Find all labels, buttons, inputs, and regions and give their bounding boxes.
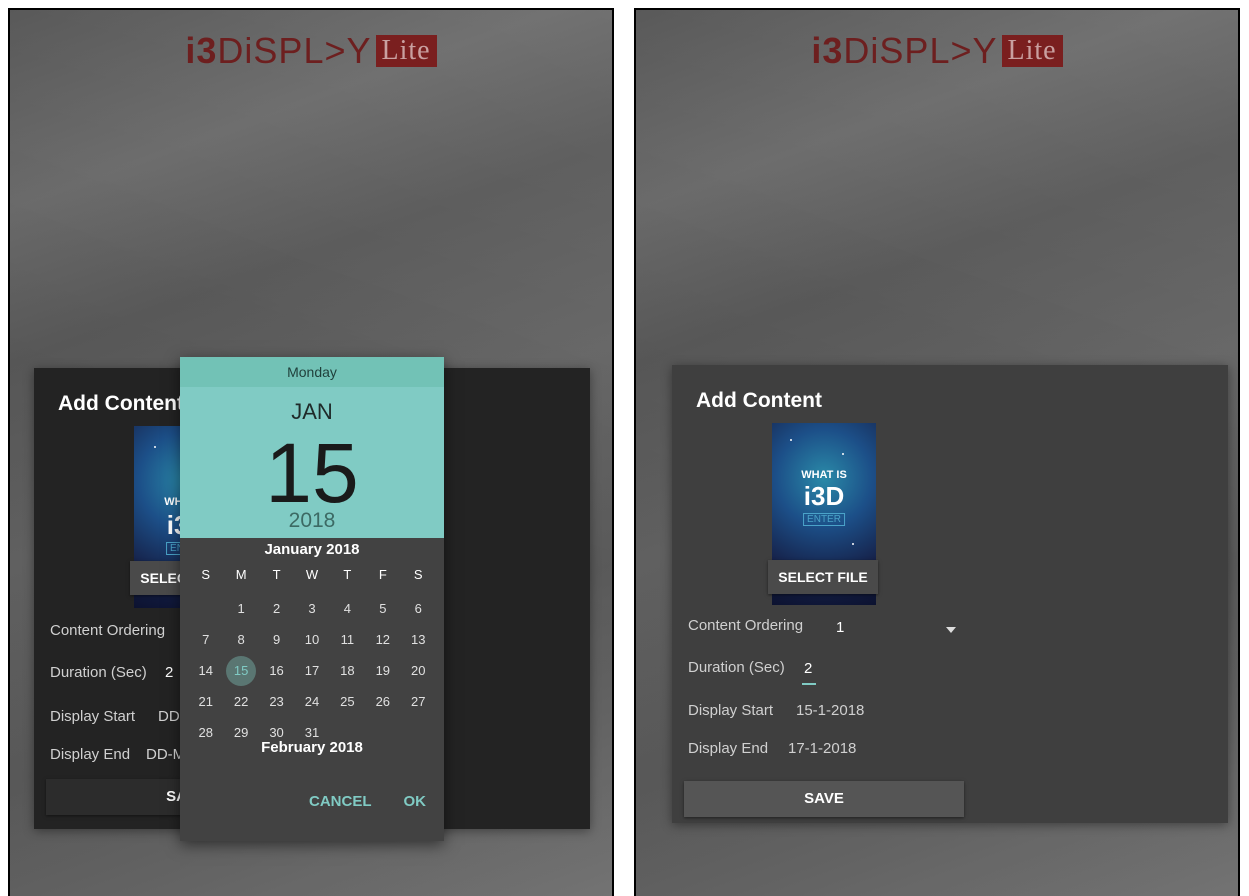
dialog-title: Add Content xyxy=(58,392,184,415)
calendar-day[interactable]: 6 xyxy=(401,593,436,624)
ok-button[interactable]: OK xyxy=(404,793,427,810)
calendar-day[interactable]: 26 xyxy=(365,686,400,717)
weekday-header-row: SMTWTFS xyxy=(188,567,436,582)
add-content-dialog: Add Content WHAT IS i3D ENTER SELECT FIL… xyxy=(672,365,1228,823)
day-label: 15 xyxy=(265,426,359,520)
display-start-value[interactable]: 15-1-2018 xyxy=(796,702,864,719)
calendar-day[interactable]: 11 xyxy=(330,624,365,655)
calendar-day[interactable]: 20 xyxy=(401,655,436,686)
calendar-day[interactable]: 21 xyxy=(188,686,223,717)
calendar-day[interactable]: 3 xyxy=(294,593,329,624)
content-ordering-select[interactable]: 1 xyxy=(836,619,844,636)
weekday-header: S xyxy=(201,567,211,582)
calendar-day[interactable]: 16 xyxy=(259,655,294,686)
chevron-down-icon[interactable] xyxy=(946,627,956,633)
calendar-week-row: 21 22 23 24 25 26 27 xyxy=(188,686,436,717)
calendar-week-row: 123456 xyxy=(188,593,436,624)
dialog-actions: CANCEL OK xyxy=(309,793,426,810)
calendar-day[interactable]: 15 xyxy=(223,655,258,686)
duration-input[interactable]: 2 xyxy=(804,660,812,677)
calendar-day[interactable]: 5 xyxy=(365,593,400,624)
calendar-empty-cell xyxy=(188,593,223,624)
calendar-day[interactable]: 13 xyxy=(401,624,436,655)
left-screen: i3DiSPL>YLite Add Content WHAT IS i3D EN… xyxy=(8,8,614,896)
calendar-day[interactable]: 23 xyxy=(259,686,294,717)
calendar-grid: 1 2 3 4 5 6 7 8 9 10 11 12 13 14 15 16 17 18 19 20 21 22 23 24 2… xyxy=(188,593,436,748)
save-button[interactable]: SAVE xyxy=(684,781,964,817)
month-label[interactable]: JAN xyxy=(180,399,444,425)
calendar-day[interactable]: 14 xyxy=(188,655,223,686)
content-ordering-label: Content Ordering xyxy=(50,622,166,639)
year-label[interactable]: 2018 xyxy=(180,509,444,533)
calendar-week-row: 7 8 9 10 11 12 13 xyxy=(188,624,436,655)
weekday-header: T xyxy=(272,567,281,582)
calendar-day[interactable]: 2 xyxy=(259,593,294,624)
display-start-label: Display Start xyxy=(688,702,774,719)
calendar-day[interactable]: 18 xyxy=(330,655,365,686)
weekday-header: S xyxy=(413,567,423,582)
next-month-title: February 2018 xyxy=(261,739,363,756)
app-logo: i3DiSPL>Y Lite xyxy=(636,30,1238,72)
calendar-day[interactable]: 9 xyxy=(259,624,294,655)
calendar-day[interactable]: 22 xyxy=(223,686,258,717)
dialog-title: Add Content xyxy=(696,389,822,412)
app-logo: i3DiSPL>Y Lite xyxy=(10,30,612,72)
date-header: JAN 15 2018 xyxy=(180,387,444,538)
display-end-label: Display End xyxy=(688,740,769,757)
calendar-day[interactable]: 19 xyxy=(365,655,400,686)
calendar-day[interactable]: 27 xyxy=(401,686,436,717)
display-end-label: Display End xyxy=(50,746,131,763)
select-file-button[interactable]: SELECT FILE xyxy=(768,560,878,594)
duration-input[interactable]: 2 xyxy=(165,664,173,681)
calendar-day[interactable]: 7 xyxy=(188,624,223,655)
weekday-header: M xyxy=(235,567,247,582)
calendar-day[interactable]: 10 xyxy=(294,624,329,655)
calendar-day[interactable]: 25 xyxy=(330,686,365,717)
weekday-header: F xyxy=(378,567,387,582)
display-start-label: Display Start xyxy=(50,708,136,725)
calendar-month-title: January 2018 xyxy=(264,541,360,558)
weekday-header: W xyxy=(305,567,319,582)
duration-label: Duration (Sec) xyxy=(50,664,147,681)
content-ordering-label: Content Ordering xyxy=(688,617,804,634)
duration-label: Duration (Sec) xyxy=(688,659,785,676)
calendar-day[interactable]: 1 xyxy=(223,593,258,624)
cancel-button[interactable]: CANCEL xyxy=(309,793,372,810)
weekday-header: T xyxy=(343,567,352,582)
right-screen: i3DiSPL>Y Lite Add Content WHAT IS i3D EN… xyxy=(634,8,1240,896)
calendar-day[interactable]: 8 xyxy=(223,624,258,655)
calendar-day[interactable]: 4 xyxy=(330,593,365,624)
weekday-label: Monday xyxy=(180,357,444,387)
calendar-day[interactable]: 12 xyxy=(365,624,400,655)
duration-input-underline xyxy=(802,683,816,685)
calendar-week-row: 14 15 16 17 18 19 20 xyxy=(188,655,436,686)
calendar-day[interactable]: 17 xyxy=(294,655,329,686)
display-end-value[interactable]: 17-1-2018 xyxy=(788,740,856,757)
calendar-day[interactable]: 24 xyxy=(294,686,329,717)
date-picker-dialog: Monday JAN 15 2018 January 2018 SMTWTFS … xyxy=(180,357,444,841)
